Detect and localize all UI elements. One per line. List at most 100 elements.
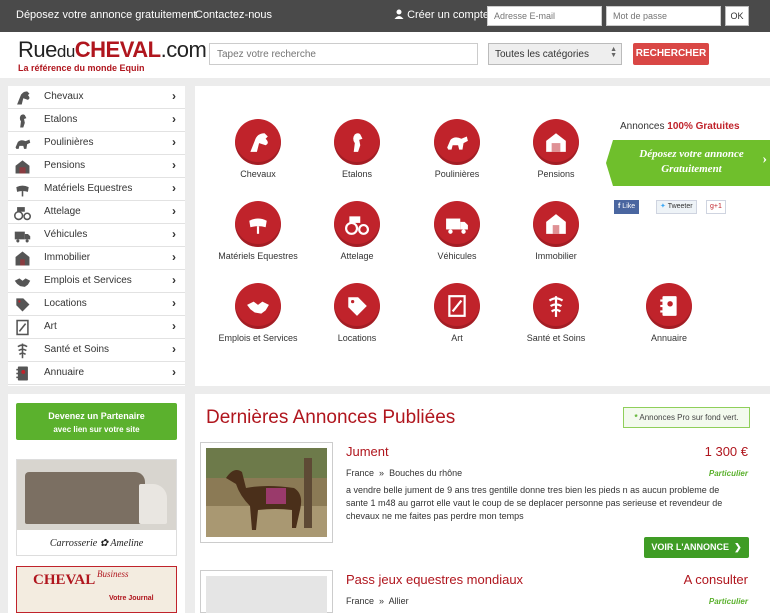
sidebar-item-label: Santé et Soins [44, 344, 110, 355]
view-listing-button[interactable]: VOIR L'ANNONCE ❯ [644, 537, 749, 558]
tweet-label: Tweeter [667, 203, 693, 210]
seller-type: Particulier [708, 469, 748, 478]
chevron-right-icon: › [172, 365, 176, 379]
post-ad-ribbon[interactable]: Déposez votre annonce Gratuitement › [606, 140, 770, 186]
password-field[interactable] [606, 6, 721, 26]
section-title: Dernières Annonces Publiées [206, 407, 456, 428]
listing-thumbnail[interactable] [200, 570, 333, 613]
category-tile[interactable]: Chevaux [208, 119, 308, 179]
sidebar-item-label: Matériels Equestres [44, 183, 133, 194]
mare-foal-icon [434, 119, 480, 165]
sidebar-item[interactable]: Etalons › [8, 109, 185, 132]
category-label: Emplois et Services [218, 333, 298, 343]
tweet-button[interactable]: ✦ Tweeter [656, 200, 697, 214]
truck-cab-image [139, 484, 167, 524]
pro-note-star: * [634, 413, 638, 422]
chevron-right-icon: › [172, 319, 176, 333]
category-tile[interactable]: Annuaire [619, 283, 719, 343]
category-tile[interactable]: Santé et Soins [506, 283, 606, 343]
category-tile[interactable]: Locations [307, 283, 407, 343]
category-tile[interactable]: Immobilier [506, 201, 606, 261]
address-book-icon [14, 365, 36, 382]
email-field[interactable] [487, 6, 602, 26]
category-tile[interactable]: Art [407, 283, 507, 343]
category-label: Etalons [341, 169, 373, 179]
ribbon-line2: Gratuitement [661, 163, 722, 175]
logo-du: du [56, 42, 75, 61]
sidebar-item-label: Véhicules [44, 229, 88, 240]
listing-region: Bouches du rhône [389, 468, 463, 478]
sidebar-item-label: Attelage [44, 206, 81, 217]
facebook-like-button[interactable]: f Like [614, 200, 640, 214]
listing-price: A consulter [683, 572, 748, 587]
seller-type: Particulier [708, 597, 748, 606]
sidebar-item[interactable]: Emplois et Services › [8, 270, 185, 293]
category-tile[interactable]: Etalons [307, 119, 407, 179]
chevron-right-icon: › [172, 273, 176, 287]
sidebar-item[interactable]: Art › [8, 316, 185, 339]
pro-ads-note: * Annonces Pro sur fond vert. [623, 407, 750, 428]
listing-location: France » Bouches du rhône [346, 468, 462, 478]
sidebar-item[interactable]: Matériels Equestres › [8, 178, 185, 201]
chevron-right-icon: › [172, 181, 176, 195]
arrow-right-icon: › [762, 152, 767, 167]
search-input[interactable] [209, 43, 478, 65]
ad-banner-carrosserie[interactable]: Carrosserie ✿ Ameline [16, 459, 177, 556]
category-tile[interactable]: Matériels Equestres [208, 201, 308, 261]
sidebar-item[interactable]: Véhicules › [8, 224, 185, 247]
sidebar-item-label: Annuaire [44, 367, 85, 378]
handshake-icon [235, 283, 281, 329]
listing-title[interactable]: Pass jeux equestres mondiaux [346, 572, 523, 587]
ad2-subtitle: Business [97, 569, 129, 579]
handshake-icon [14, 273, 36, 290]
category-select-value: Toutes les catégories [495, 49, 589, 60]
location-separator: » [379, 596, 385, 606]
top-bar: Déposez votre annonce gratuitement Conta… [0, 0, 770, 32]
category-tile[interactable]: Emplois et Services [208, 283, 308, 343]
listing-title[interactable]: Jument [346, 444, 389, 459]
sidebar-item[interactable]: Pensions › [8, 155, 185, 178]
saddle-icon [14, 181, 36, 198]
sidebar-item[interactable]: Attelage › [8, 201, 185, 224]
category-tile[interactable]: Pensions [506, 119, 606, 179]
category-tile[interactable]: Attelage [307, 201, 407, 261]
sidebar-item-label: Chevaux [44, 91, 84, 102]
create-account-label: Créer un compte [407, 9, 489, 21]
ribbon-line1: Déposez votre annonce [639, 148, 744, 160]
category-label: Santé et Soins [526, 333, 586, 343]
search-button[interactable]: RECHERCHER [633, 43, 709, 65]
category-select[interactable]: Toutes les catégories ▲ ▼ [488, 43, 622, 65]
login-ok-button[interactable]: OK [725, 6, 749, 26]
tag-icon [334, 283, 380, 329]
listing-location: France » Allier [346, 596, 409, 606]
header: RueduCHEVAL.com La référence du monde Eq… [0, 32, 770, 78]
tag-icon [14, 296, 36, 313]
google-plus-button[interactable]: g+1 [706, 200, 726, 214]
category-tile[interactable]: Véhicules [407, 201, 507, 261]
sidebar-item[interactable]: Immobilier › [8, 247, 185, 270]
sidebar-item[interactable]: Locations › [8, 293, 185, 316]
listing-country: France [346, 468, 375, 478]
category-tile[interactable]: Poulinières [407, 119, 507, 179]
ad-banner-cheval-business[interactable]: CHEVAL Business Votre Journal [16, 566, 177, 613]
partner-line1: Devenez un Partenaire [48, 411, 145, 421]
sidebar-item[interactable]: Santé et Soins › [8, 339, 185, 362]
sidebar-item[interactable]: Annuaire › [8, 362, 185, 385]
sidebar-item[interactable]: Poulinières › [8, 132, 185, 155]
become-partner-button[interactable]: Devenez un Partenaire avec lien sur votr… [16, 403, 177, 440]
category-label: Matériels Equestres [218, 251, 298, 261]
sidebar-item[interactable]: Chevaux › [8, 86, 185, 109]
partner-line2: avec lien sur votre site [53, 425, 140, 434]
partner-column: Devenez un Partenaire avec lien sur votr… [8, 394, 185, 613]
horse-truck-image [25, 472, 145, 524]
create-account-link[interactable]: Créer un compte [394, 9, 489, 22]
category-label: Attelage [340, 251, 374, 261]
category-label: Locations [337, 333, 377, 343]
post-ad-link[interactable]: Déposez votre annonce gratuitement [16, 9, 196, 21]
sidebar-menu: Chevaux › Etalons › Poulinières › Pensions › Mat… [8, 86, 185, 386]
contact-link[interactable]: Contactez-nous [195, 9, 272, 21]
listing-thumbnail[interactable] [200, 442, 333, 543]
select-arrows-icon: ▲ ▼ [610, 46, 617, 59]
rearing-horse-icon [14, 112, 36, 129]
site-logo[interactable]: RueduCHEVAL.com [18, 39, 207, 63]
